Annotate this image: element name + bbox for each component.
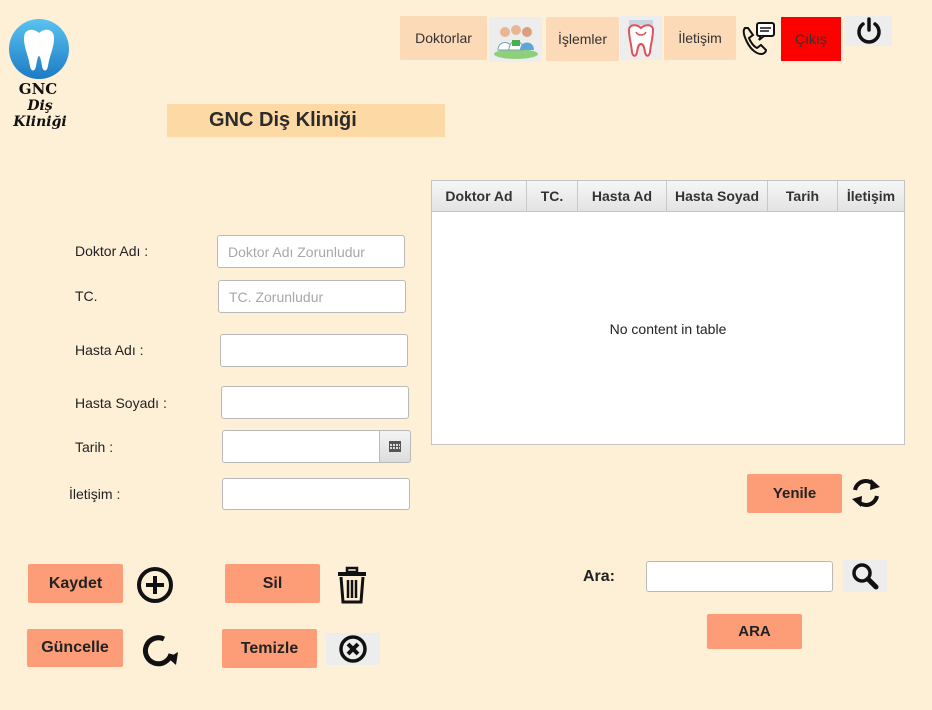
date-picker[interactable] [222,430,411,463]
search-label: Ara: [583,568,616,585]
date-label: Tarih : [75,439,114,455]
nav-operations-button[interactable]: İşlemler [546,17,619,61]
patient-surname-input[interactable] [221,386,409,419]
calendar-button[interactable] [379,430,411,463]
column-header-tc[interactable]: TC. [527,181,578,211]
phone-icon[interactable] [739,20,777,58]
tc-label: TC. [75,288,98,304]
search-input[interactable] [646,561,833,592]
table-empty-message: No content in table [609,321,727,337]
delete-button[interactable]: Sil [225,564,320,603]
save-button[interactable]: Kaydet [28,564,123,603]
power-icon[interactable] [845,16,892,46]
patient-name-input[interactable] [220,334,408,367]
doctor-name-label: Doktor Adı : [75,243,149,259]
column-header-contact[interactable]: İletişim [838,181,904,211]
date-input[interactable] [222,430,380,463]
doctor-name-input[interactable] [217,235,405,268]
add-circle-icon[interactable] [136,566,174,604]
page-title: GNC Diş Kliniği [167,104,445,137]
column-header-doctor[interactable]: Doktor Ad [432,181,527,211]
tooth-icon[interactable] [620,16,662,60]
clear-button[interactable]: Temizle [222,629,317,668]
column-header-patient-name[interactable]: Hasta Ad [578,181,667,211]
contact-label: İletişim : [69,486,121,502]
nav-doctors-button[interactable]: Doktorlar [400,16,487,60]
calendar-icon [389,441,401,452]
trash-icon[interactable] [334,565,370,605]
column-header-patient-surname[interactable]: Hasta Soyad [667,181,768,211]
nav-contact-button[interactable]: İletişim [664,16,736,60]
exit-button[interactable]: Çıkış [781,17,841,61]
tooth-logo-icon [9,19,69,79]
appointments-table[interactable]: Doktor Ad TC. Hasta Ad Hasta Soyad Tarih… [431,180,905,445]
brand-subtitle: Diş Kliniği [13,98,67,130]
brand-name: GNC [18,80,58,98]
doctors-icon[interactable] [489,17,542,62]
column-header-date[interactable]: Tarih [768,181,838,211]
patient-name-label: Hasta Adı : [75,342,144,358]
refresh-button[interactable]: Yenile [747,474,842,513]
update-button[interactable]: Güncelle [27,629,123,667]
clinic-logo: GNC Diş Kliniği [2,18,78,130]
rotate-icon[interactable] [138,630,180,670]
contact-input[interactable] [222,478,410,510]
refresh-icon[interactable] [848,474,884,512]
tc-input[interactable] [218,280,406,313]
search-button[interactable]: ARA [707,614,802,649]
patient-surname-label: Hasta Soyadı : [75,395,167,411]
search-icon[interactable] [843,560,887,592]
close-circle-icon[interactable] [326,633,380,665]
table-header: Doktor Ad TC. Hasta Ad Hasta Soyad Tarih… [432,181,904,212]
